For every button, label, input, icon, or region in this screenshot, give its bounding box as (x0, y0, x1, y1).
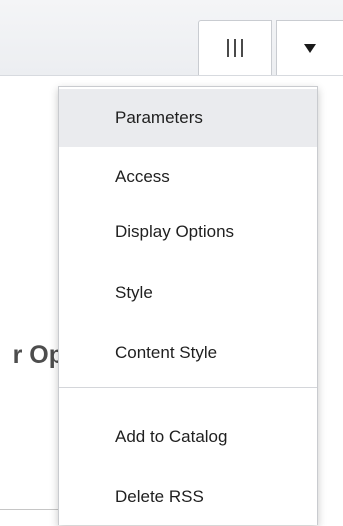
menu-item-display-options[interactable]: Display Options (59, 203, 317, 261)
menu-item-parameters[interactable]: Parameters (59, 89, 317, 147)
menu-item-delete-rss[interactable]: Delete RSS (59, 468, 317, 526)
menu-separator (59, 387, 317, 388)
column-bars-icon (227, 39, 243, 57)
columns-button[interactable] (198, 20, 272, 75)
menu-item-label: Add to Catalog (115, 427, 228, 446)
menu-item-label: Display Options (115, 222, 235, 241)
background-divider (0, 509, 60, 510)
toolbar (0, 0, 343, 76)
menu-item-label: Parameters (115, 108, 203, 127)
menu-item-access[interactable]: Access (59, 148, 317, 206)
dropdown-toggle-button[interactable] (276, 20, 343, 75)
caret-down-icon (304, 43, 316, 53)
background-partial-text: r Op (12, 341, 64, 369)
menu-item-add-to-catalog[interactable]: Add to Catalog (59, 408, 317, 466)
menu-item-label: Content Style (115, 343, 218, 362)
menu-item-style[interactable]: Style (59, 264, 317, 322)
menu-item-content-style[interactable]: Content Style (59, 324, 317, 382)
menu-item-label: Delete RSS (115, 487, 204, 506)
menu-item-label: Style (115, 283, 153, 302)
dropdown-menu: Parameters Access Display Options Style … (58, 86, 318, 525)
menu-item-label: Access (115, 167, 170, 186)
